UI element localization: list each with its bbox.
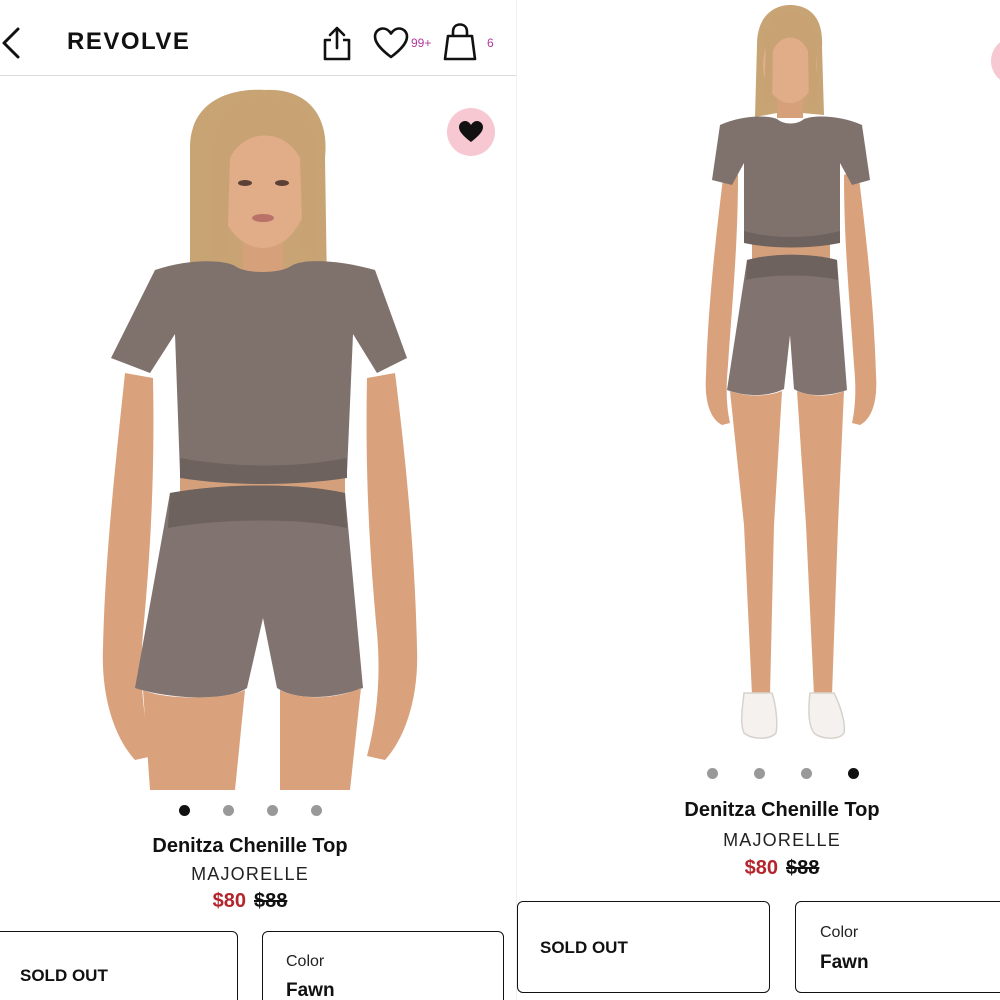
favorite-button[interactable] <box>447 108 495 156</box>
product-name: Denitza Chenille Top <box>684 799 880 821</box>
color-value: Fawn <box>286 980 335 1000</box>
product-price: $80 $88 <box>517 857 1000 880</box>
carousel-dot-4[interactable] <box>311 805 322 816</box>
color-selector[interactable]: Color Fawn <box>262 931 504 1000</box>
back-button[interactable] <box>0 26 24 60</box>
top-nav-bar: REVOLVE 99+ 6 <box>0 0 517 76</box>
sold-out-label: SOLD OUT <box>540 938 628 957</box>
product-brand[interactable]: MAJORELLE <box>0 864 500 885</box>
product-image[interactable] <box>672 5 902 750</box>
heart-outline-icon <box>373 27 409 59</box>
carousel-dot-2[interactable] <box>754 768 765 779</box>
wishlist-button[interactable] <box>372 26 410 60</box>
carousel-dot-1[interactable] <box>707 768 718 779</box>
carousel-dot-4[interactable] <box>848 768 859 779</box>
chevron-left-icon <box>2 27 20 59</box>
share-button[interactable] <box>320 24 354 62</box>
original-price: $88 <box>254 890 288 912</box>
carousel-dot-2[interactable] <box>223 805 234 816</box>
color-value: Fawn <box>820 952 869 973</box>
image-carousel-dots <box>179 805 355 816</box>
carousel-dot-3[interactable] <box>801 768 812 779</box>
image-carousel-dots <box>707 768 895 779</box>
heart-filled-icon <box>459 121 483 142</box>
color-label: Color <box>820 924 859 941</box>
product-brand[interactable]: MAJORELLE <box>517 830 1000 851</box>
favorite-button[interactable] <box>991 37 1000 85</box>
size-selector[interactable]: SOLD OUT <box>0 931 238 1000</box>
product-name: Denitza Chenille Top <box>152 835 348 857</box>
color-label: Color <box>286 953 325 970</box>
product-page-right: Denitza Chenille Top MAJORELLE $80 $88 SO… <box>517 0 1000 1000</box>
share-icon <box>323 26 351 61</box>
product-page-left: REVOLVE 99+ 6 Denitza Chenille Top MAJOR… <box>0 0 517 1000</box>
revolve-logo[interactable]: REVOLVE <box>67 28 190 56</box>
sale-price: $80 <box>212 890 246 912</box>
sale-price: $80 <box>744 857 778 879</box>
model-photo-closeup <box>102 89 418 790</box>
product-image[interactable] <box>95 88 425 790</box>
shopping-bag-icon <box>443 23 477 61</box>
screenshot-collage: REVOLVE 99+ 6 Denitza Chenille Top MAJOR… <box>0 0 1000 1000</box>
original-price: $88 <box>786 857 820 879</box>
wishlist-count-badge: 99+ <box>411 36 432 50</box>
sold-out-label: SOLD OUT <box>20 966 108 985</box>
size-selector[interactable]: SOLD OUT <box>517 901 770 993</box>
shopping-bag-button[interactable] <box>442 22 478 62</box>
bag-count-badge: 6 <box>487 36 494 50</box>
product-price: $80 $88 <box>0 890 500 913</box>
carousel-dot-1[interactable] <box>179 805 190 816</box>
model-photo-full-length <box>705 5 877 739</box>
color-selector[interactable]: Color Fawn <box>795 901 1000 993</box>
carousel-dot-3[interactable] <box>267 805 278 816</box>
